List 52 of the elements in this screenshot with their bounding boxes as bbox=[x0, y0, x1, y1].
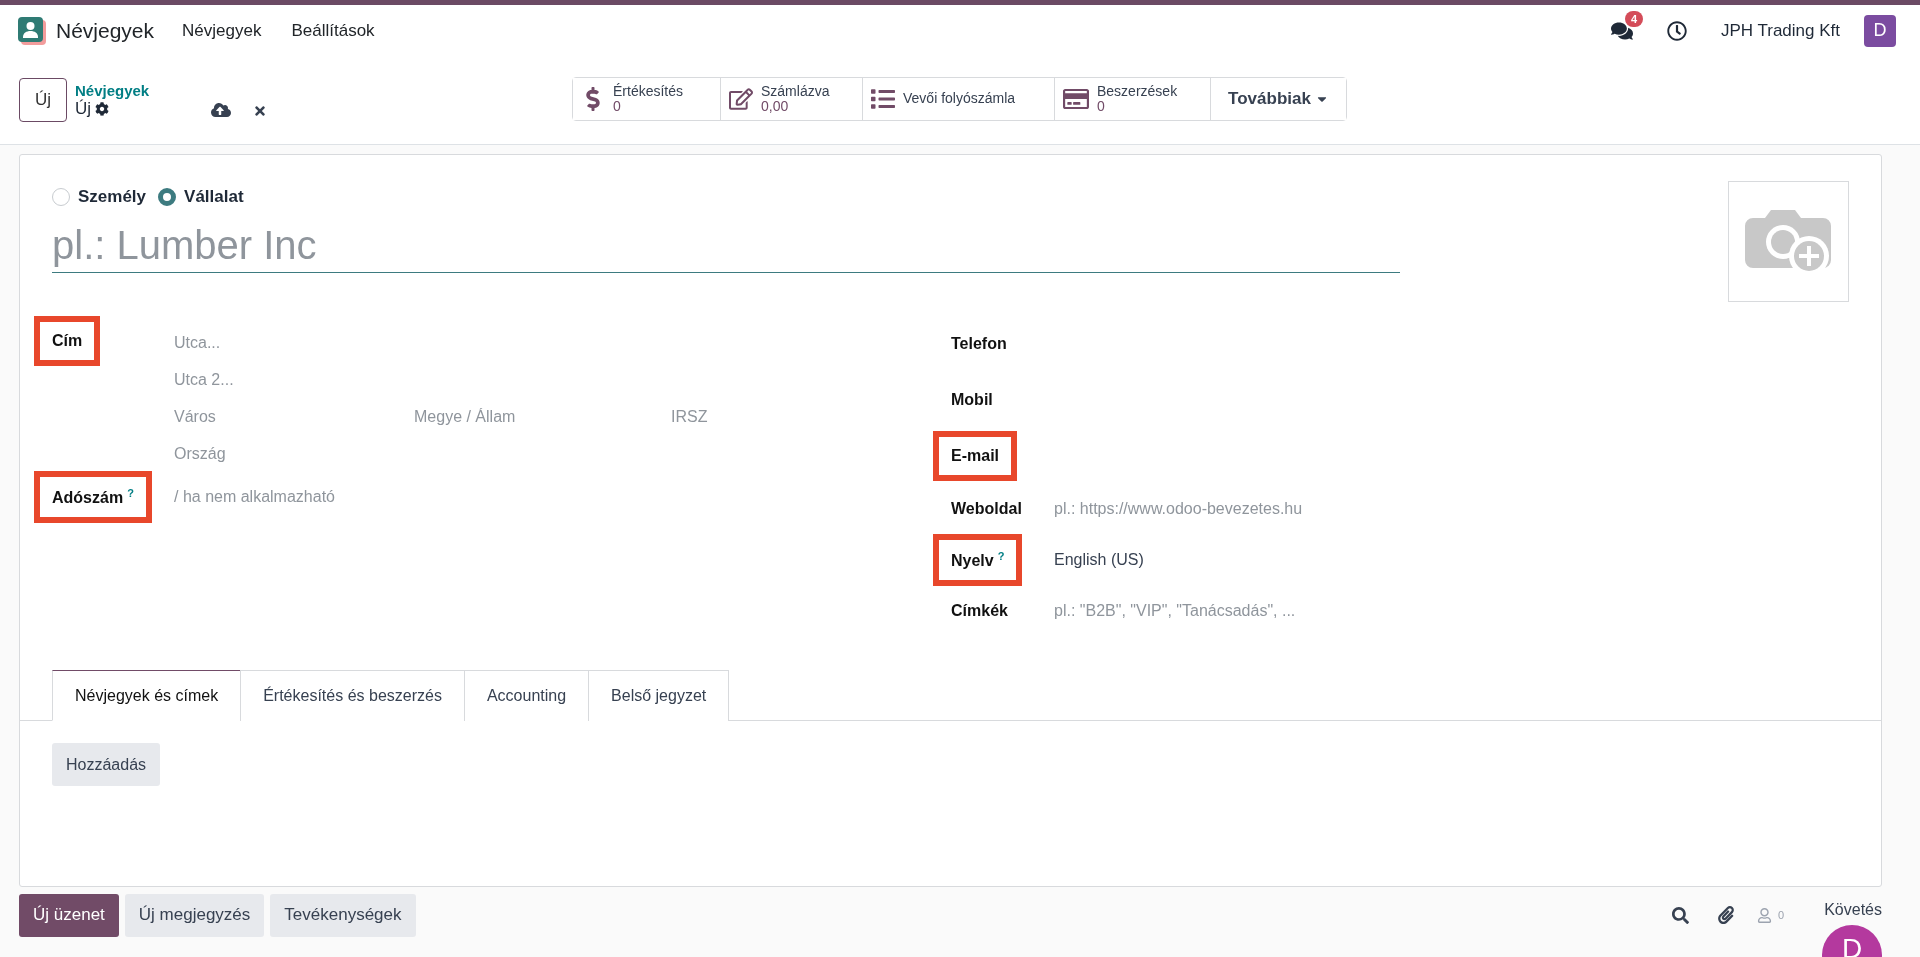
app-name: Névjegyek bbox=[56, 18, 155, 43]
user-avatar[interactable]: D bbox=[1864, 14, 1896, 47]
cloud-upload-icon[interactable] bbox=[211, 100, 232, 120]
notebook-tab[interactable]: Értékesítés és beszerzés bbox=[240, 670, 465, 722]
clock-icon[interactable] bbox=[1666, 20, 1687, 41]
field-label: Címkék bbox=[950, 601, 1009, 622]
radio-button[interactable] bbox=[52, 188, 70, 206]
street2-field[interactable]: Utca 2... bbox=[174, 367, 474, 393]
settings-icon[interactable] bbox=[95, 101, 110, 116]
field-label: Cím bbox=[34, 316, 101, 366]
follow-link[interactable]: Követés bbox=[1824, 901, 1882, 919]
field-label: E-mail bbox=[933, 431, 1017, 481]
follower-count: 0 bbox=[1778, 909, 1785, 921]
field-label: Adószám $^{?}$ bbox=[34, 471, 152, 524]
radio-label[interactable]: Személy bbox=[78, 187, 147, 207]
add-button[interactable]: Hozzáadás bbox=[52, 743, 161, 787]
chatter-button[interactable]: Új üzenet bbox=[19, 893, 119, 937]
city-field[interactable]: Város bbox=[174, 404, 414, 430]
chatter-button[interactable]: Tevékenységek bbox=[270, 893, 416, 937]
chatter-button[interactable]: Új megjegyzés bbox=[124, 893, 265, 937]
contacts-app-icon[interactable] bbox=[18, 16, 46, 45]
breadcrumb-link[interactable]: Névjegyek bbox=[75, 81, 150, 99]
street-field[interactable]: Utca... bbox=[174, 330, 474, 356]
close-icon[interactable] bbox=[253, 104, 268, 118]
radio-button[interactable] bbox=[158, 188, 177, 206]
radio-label[interactable]: Vállalat bbox=[184, 187, 244, 207]
new-button[interactable]: Új bbox=[19, 78, 67, 122]
notebook-tab[interactable]: Accounting bbox=[463, 670, 590, 722]
input-field[interactable]: pl.: "B2B", "VIP", "Tanácsadás", ... bbox=[1054, 598, 1454, 625]
message-count-badge: 4 bbox=[1624, 10, 1644, 27]
credit-card-icon bbox=[1063, 86, 1089, 112]
notebook-tab[interactable]: Belső jegyzet bbox=[588, 670, 730, 722]
state-field[interactable]: Megye / Állam bbox=[414, 404, 671, 430]
menu-item[interactable]: Beállítások bbox=[291, 20, 375, 41]
list-icon bbox=[871, 87, 895, 111]
record-title: Új bbox=[75, 98, 92, 119]
field-label: Nyelv $^{?}$ bbox=[933, 534, 1023, 587]
search-icon[interactable] bbox=[1672, 906, 1690, 924]
edit-icon bbox=[729, 87, 753, 111]
vat-field[interactable]: / ha nem alkalmazható bbox=[174, 484, 474, 511]
language-value[interactable]: English (US) bbox=[1054, 551, 1144, 570]
country-field[interactable]: Ország bbox=[174, 441, 474, 467]
paperclip-icon[interactable] bbox=[1717, 906, 1736, 924]
menu-item[interactable]: Névjegyek bbox=[182, 20, 262, 41]
field-label: Weboldal bbox=[950, 499, 1023, 519]
zip-field[interactable]: IRSZ bbox=[671, 404, 821, 430]
notebook-tab[interactable]: Névjegyek és címek bbox=[52, 670, 242, 722]
input-field[interactable]: pl.: https://www.odoo-bevezetes.hu bbox=[1054, 496, 1454, 522]
field-label: Telefon bbox=[950, 334, 1008, 354]
field-label: Mobil bbox=[950, 390, 994, 410]
company-name[interactable]: JPH Trading Kft bbox=[1720, 20, 1840, 41]
smart-button[interactable]: Értékesítés 0 bbox=[573, 78, 721, 120]
